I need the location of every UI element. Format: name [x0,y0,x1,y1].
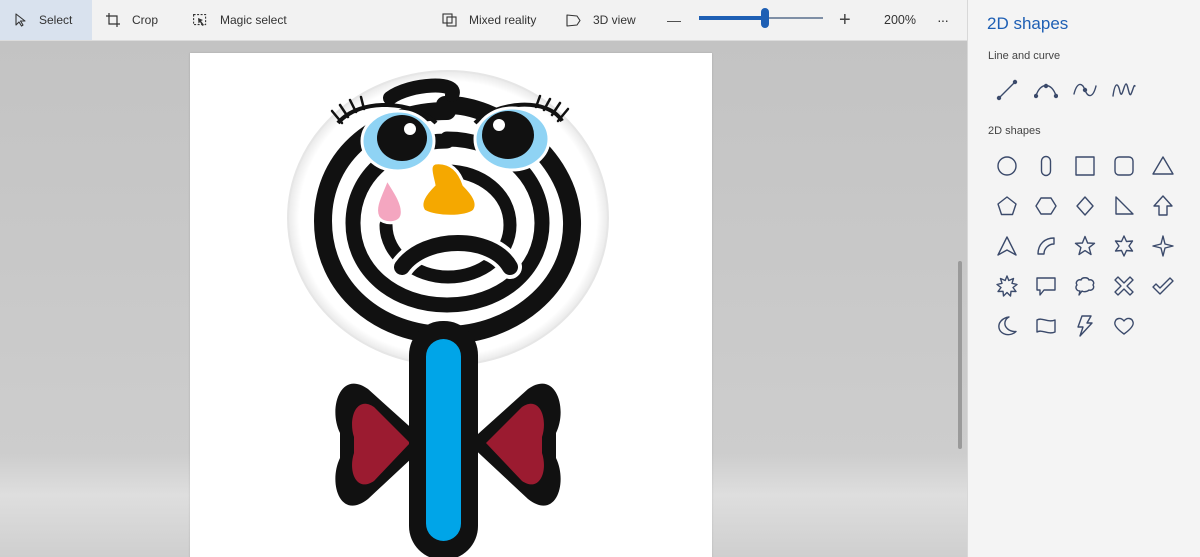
six-point-star-icon [1114,235,1134,257]
six-point-star-shape-tool[interactable] [1109,231,1139,261]
s-curve-tool[interactable] [1070,75,1100,105]
zoom-in-button[interactable]: + [839,0,851,40]
2d-shapes-label: 2D shapes [988,125,1041,137]
arrow-up-icon [1153,195,1173,216]
arrowhead-icon [997,236,1017,256]
shapes-panel: 2D shapes Line and curve 2D shapes [967,0,1200,557]
line-and-curve-label: Line and curve [988,50,1061,62]
five-point-star-shape-tool[interactable] [1070,231,1100,261]
zoom-out-button[interactable]: — [667,0,681,40]
speech-bubble-shape-tool[interactable] [1031,271,1061,301]
mixed-reality-icon [442,13,457,27]
four-point-star-icon [1152,235,1174,257]
burst-shape-tool[interactable] [992,271,1022,301]
diamond-icon [1076,196,1094,216]
four-point-star-shape-tool[interactable] [1148,231,1178,261]
curve-tool[interactable] [1031,75,1061,105]
line-icon [996,79,1018,101]
square-shape-tool[interactable] [1070,151,1100,181]
zoom-level-value: 200% [884,13,916,27]
s-curve-icon [1073,83,1097,97]
zoom-slider-thumb[interactable] [760,8,769,28]
zoom-slider[interactable] [699,8,823,30]
lightning-icon [1077,315,1093,337]
arrowhead-shape-tool[interactable] [992,231,1022,261]
banner-icon [1036,318,1056,334]
crop-icon [106,13,120,27]
mixed-reality-button[interactable]: Mixed reality [442,0,536,40]
hexagon-icon [1035,197,1057,215]
crop-tool-label: Crop [132,13,159,27]
triangle-icon [1152,156,1174,175]
rounded-square-icon [1114,156,1134,176]
crescent-moon-shape-tool[interactable] [992,311,1022,341]
quarter-circle-icon [1037,237,1055,255]
select-cursor-icon [15,13,26,27]
right-triangle-icon [1115,196,1134,215]
capsule-shape-tool[interactable] [1031,151,1061,181]
crop-tool-button[interactable]: Crop [106,0,158,40]
arrow-up-shape-tool[interactable] [1148,191,1178,221]
mixed-reality-label: Mixed reality [469,13,537,27]
heart-shape-tool[interactable] [1109,311,1139,341]
magic-select-button[interactable]: Magic select [193,0,287,40]
x-icon [1114,276,1134,296]
pentagon-shape-tool[interactable] [992,191,1022,221]
crescent-moon-icon [998,316,1017,336]
banner-shape-tool[interactable] [1031,311,1061,341]
hexagon-shape-tool[interactable] [1031,191,1061,221]
zoom-in-icon: + [839,8,851,31]
zoom-slider-fill [699,16,765,20]
more-options-icon: ··· [937,12,949,28]
magic-select-label: Magic select [220,13,287,27]
select-tool-label: Select [39,13,73,27]
thought-bubble-icon [1075,277,1095,296]
x-shape-tool[interactable] [1109,271,1139,301]
wave-curve-tool[interactable] [1109,75,1139,105]
square-icon [1075,156,1095,176]
rounded-square-shape-tool[interactable] [1109,151,1139,181]
checkmark-icon [1152,277,1174,295]
body-capsule [426,339,461,541]
magic-select-icon [193,13,207,26]
diamond-shape-tool[interactable] [1070,191,1100,221]
checkmark-shape-tool[interactable] [1148,271,1178,301]
panel-title: 2D shapes [987,14,1069,33]
zoom-level[interactable]: 200% [884,0,916,40]
drawing-canvas[interactable] [190,53,712,557]
zoom-out-icon: — [667,12,681,28]
circle-shape-tool[interactable] [992,151,1022,181]
workspace [0,41,967,557]
speech-bubble-icon [1036,277,1056,296]
five-point-star-icon [1074,235,1096,256]
drawing-artwork [287,70,609,557]
3d-view-button[interactable]: 3D view [566,0,636,40]
right-triangle-shape-tool[interactable] [1109,191,1139,221]
triangle-shape-tool[interactable] [1148,151,1178,181]
curve-icon [1034,83,1058,99]
pentagon-icon [997,196,1017,216]
capsule-icon [1040,155,1052,177]
3d-view-icon [566,13,581,27]
select-tool-button[interactable]: Select [0,0,92,40]
line-tool[interactable] [992,75,1022,105]
more-options-button[interactable]: ··· [937,0,949,40]
lightning-shape-tool[interactable] [1070,311,1100,341]
thought-bubble-shape-tool[interactable] [1070,271,1100,301]
toolbar: Select Crop Magic select Mixed reality 3… [0,0,967,41]
vertical-scrollbar[interactable] [958,261,962,449]
3d-view-label: 3D view [593,13,636,27]
circle-icon [997,156,1017,176]
wave-curve-icon [1112,83,1136,97]
heart-icon [1114,317,1134,335]
burst-icon [996,275,1018,297]
quarter-circle-shape-tool[interactable] [1031,231,1061,261]
